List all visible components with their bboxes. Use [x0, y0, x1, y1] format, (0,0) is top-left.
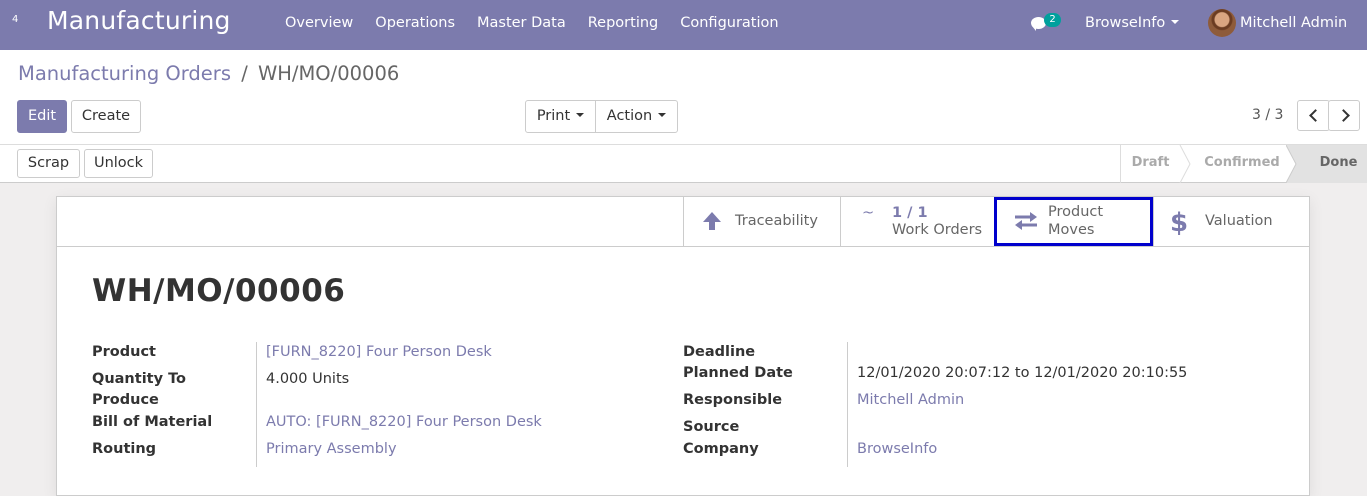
chat-icon[interactable]: 2 [1030, 13, 1061, 34]
status-bar: Scrap Unlock Draft Confirmed Done [0, 145, 1367, 183]
company-switcher[interactable]: BrowseInfo [1085, 15, 1180, 31]
traceability-label: Traceability [735, 213, 818, 229]
menu-configuration[interactable]: Configuration [680, 15, 778, 31]
record-title: WH/MO/00006 [92, 273, 346, 309]
pager-value[interactable]: 3 / 3 [1252, 107, 1283, 123]
planned-to: to [1014, 365, 1030, 381]
product-moves-button[interactable]: Product Moves [994, 197, 1153, 246]
routing-field[interactable]: Primary Assembly [266, 441, 397, 457]
bom-label: Bill of Material [92, 414, 213, 430]
edit-button[interactable]: Edit [17, 100, 67, 133]
stage-pipeline: Draft Confirmed Done [1120, 145, 1367, 183]
deadline-label: Deadline [683, 344, 756, 360]
product-moves-label-2: Moves [1048, 222, 1095, 238]
breadcrumb: Manufacturing Orders / WH/MO/00006 [18, 62, 399, 85]
print-dropdown[interactable]: Print [525, 100, 596, 133]
work-orders-label: Work Orders [892, 222, 983, 238]
apps-menu-icon[interactable]: 4 [12, 14, 18, 25]
work-orders-button[interactable]: ~ 1 / 1 Work Orders [840, 197, 994, 246]
company-label: Company [683, 441, 759, 457]
company-name: BrowseInfo [1085, 15, 1166, 31]
breadcrumb-current: WH/MO/00006 [257, 62, 400, 85]
action-dropdown[interactable]: Action [595, 100, 678, 133]
bom-field[interactable]: AUTO: [FURN_8220] Four Person Desk [266, 414, 542, 430]
print-label: Print [536, 108, 571, 124]
responsible-field[interactable]: Mitchell Admin [857, 392, 964, 408]
chevron-down-icon [1171, 20, 1180, 24]
chevron-down-icon [658, 113, 667, 117]
avatar[interactable] [1208, 9, 1236, 37]
arrow-up-icon [703, 212, 721, 230]
field-divider [847, 342, 848, 467]
quantity-label-2: Produce [92, 392, 159, 408]
quantity-field: 4.000 Units [266, 371, 349, 387]
pager-next-button[interactable] [1328, 100, 1360, 131]
planned-end: 12/01/2020 20:10:55 [1034, 365, 1188, 381]
menu-master-data[interactable]: Master Data [477, 15, 566, 31]
user-name: Mitchell Admin [1240, 15, 1348, 31]
responsible-label: Responsible [683, 392, 783, 408]
product-moves-label-1: Product [1048, 204, 1104, 220]
pager-previous-button[interactable] [1297, 100, 1330, 131]
stage-divider [1286, 145, 1300, 183]
action-label: Action [606, 108, 653, 124]
chevron-left-icon [1309, 109, 1322, 122]
create-button[interactable]: Create [71, 100, 141, 133]
planned-date-label: Planned Date [683, 365, 793, 381]
valuation-button[interactable]: $ Valuation [1153, 197, 1309, 246]
smart-button-box: Traceability ~ 1 / 1 Work Orders Product… [57, 197, 1309, 247]
stage-done[interactable]: Done [1296, 145, 1367, 183]
chevron-right-icon [1337, 109, 1350, 122]
dollar-icon: $ [1170, 208, 1188, 236]
menu-reporting[interactable]: Reporting [588, 15, 659, 31]
quantity-label-1: Quantity To [92, 371, 187, 387]
breadcrumb-manufacturing-orders[interactable]: Manufacturing Orders [18, 62, 231, 85]
planned-date-field: 12/01/2020 20:07:12 to 12/01/2020 20:10:… [857, 365, 1187, 381]
app-title: Manufacturing [47, 6, 231, 35]
product-field[interactable]: [FURN_8220] Four Person Desk [266, 344, 492, 360]
control-panel: Manufacturing Orders / WH/MO/00006 Edit … [0, 50, 1367, 145]
uom-value: Units [312, 371, 350, 387]
chat-count-badge: 2 [1044, 13, 1061, 27]
work-orders-count: 1 / 1 [892, 205, 928, 221]
valuation-label: Valuation [1205, 213, 1273, 229]
quantity-value: 4.000 [266, 371, 308, 387]
user-menu[interactable]: Mitchell Admin [1240, 15, 1347, 31]
svg-text:$: $ [1170, 208, 1188, 236]
scrap-button[interactable]: Scrap [17, 149, 80, 178]
stage-draft[interactable]: Draft [1120, 145, 1180, 183]
menu-overview[interactable]: Overview [285, 15, 353, 31]
menu-operations[interactable]: Operations [375, 15, 455, 31]
planned-start: 12/01/2020 20:07:12 [857, 365, 1011, 381]
work-orders-icon: ~ [862, 205, 875, 221]
traceability-button[interactable]: Traceability [683, 197, 840, 246]
exchange-icon [1015, 212, 1037, 230]
field-divider [256, 342, 257, 467]
top-navbar: 4 Manufacturing Overview Operations Mast… [0, 0, 1367, 50]
main-menu: Overview Operations Master Data Reportin… [285, 15, 801, 31]
source-label: Source [683, 419, 740, 435]
product-label: Product [92, 344, 156, 360]
unlock-button[interactable]: Unlock [84, 149, 153, 178]
stage-confirmed[interactable]: Confirmed [1188, 145, 1296, 183]
form-sheet: Traceability ~ 1 / 1 Work Orders Product… [56, 196, 1310, 496]
chevron-down-icon [576, 113, 585, 117]
company-field[interactable]: BrowseInfo [857, 441, 937, 457]
routing-label: Routing [92, 441, 157, 457]
breadcrumb-separator: / [241, 62, 248, 85]
